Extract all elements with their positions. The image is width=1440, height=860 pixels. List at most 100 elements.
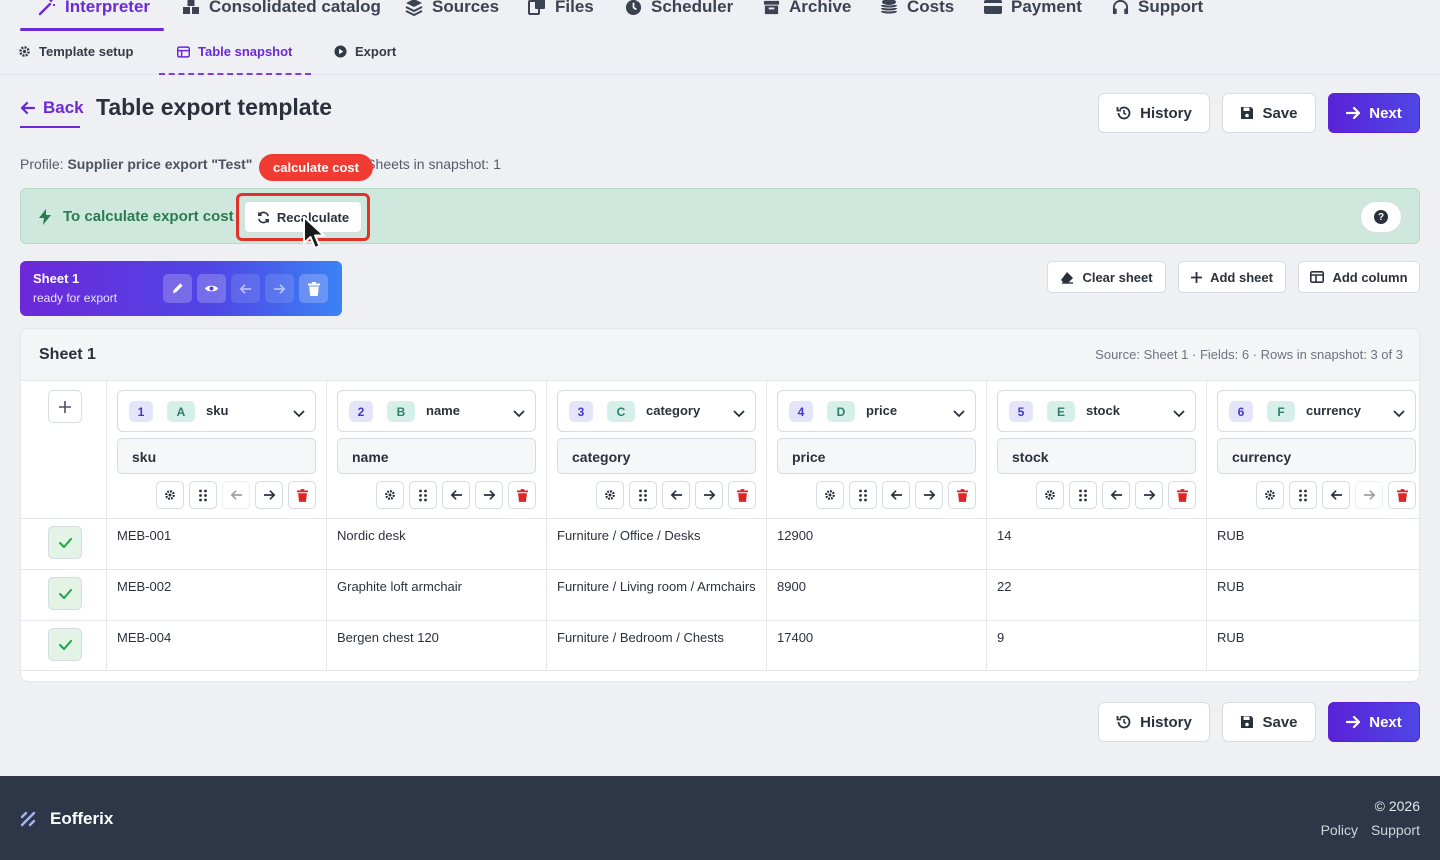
column-title-input[interactable]: sku <box>117 438 316 474</box>
column-drag-handle[interactable] <box>409 481 437 509</box>
column-title-input[interactable]: name <box>337 438 536 474</box>
column-settings-button[interactable] <box>376 481 404 509</box>
move-column-right-button[interactable] <box>1355 481 1383 509</box>
save-button[interactable]: Save <box>1222 93 1316 133</box>
files-icon <box>528 0 546 16</box>
grid-divider <box>766 381 767 671</box>
column-drag-handle[interactable] <box>1069 481 1097 509</box>
table-cell: MEB-001 <box>117 528 172 543</box>
row-include-checkbox[interactable] <box>48 577 82 610</box>
move-column-left-button[interactable] <box>662 481 690 509</box>
move-column-right-button[interactable] <box>915 481 943 509</box>
move-column-right-button[interactable] <box>255 481 283 509</box>
column-settings-button[interactable] <box>596 481 624 509</box>
column-settings-button[interactable] <box>1036 481 1064 509</box>
column-title-input[interactable]: currency <box>1217 438 1416 474</box>
nav-item-files[interactable]: Files <box>528 0 594 20</box>
column-drag-handle[interactable] <box>629 481 657 509</box>
next-button-bottom[interactable]: Next <box>1328 702 1420 742</box>
nav-item-interpreter[interactable]: Interpreter <box>38 0 150 20</box>
add-column-plus-button[interactable] <box>48 390 82 423</box>
next-label: Next <box>1369 713 1402 731</box>
column-header-select[interactable]: 6 Fcurrency <box>1217 390 1416 432</box>
column-title-input[interactable]: stock <box>997 438 1196 474</box>
trash-icon <box>296 488 308 502</box>
move-sheet-right-button[interactable] <box>265 274 294 303</box>
move-column-left-button[interactable] <box>442 481 470 509</box>
row-include-checkbox[interactable] <box>48 628 82 661</box>
column-settings-button[interactable] <box>156 481 184 509</box>
column-header-select[interactable]: 4 Dprice <box>777 390 976 432</box>
add-column-button[interactable]: Add column <box>1298 261 1420 293</box>
column-drag-handle[interactable] <box>1289 481 1317 509</box>
add-sheet-button[interactable]: Add sheet <box>1178 261 1286 293</box>
move-column-left-button[interactable] <box>1322 481 1350 509</box>
column-header-select[interactable]: 2 Bname <box>337 390 536 432</box>
arrow-right-icon <box>1346 715 1361 729</box>
nav-item-payment[interactable]: Payment <box>984 0 1082 20</box>
row-include-checkbox[interactable] <box>48 526 82 559</box>
footer-brand[interactable]: Eofferix <box>20 809 113 829</box>
table-cell: RUB <box>1217 528 1245 543</box>
tab-export[interactable]: Export <box>334 44 396 59</box>
edit-sheet-button[interactable] <box>163 274 192 303</box>
column-drag-handle[interactable] <box>189 481 217 509</box>
tab-template-setup[interactable]: Template setup <box>18 44 133 59</box>
delete-column-button[interactable] <box>948 481 976 509</box>
layers-icon <box>405 0 423 16</box>
history-label: History <box>1140 713 1192 731</box>
footer-link-support[interactable]: Support <box>1371 822 1420 838</box>
preview-sheet-button[interactable] <box>197 274 226 303</box>
column-settings-button[interactable] <box>816 481 844 509</box>
move-column-left-button[interactable] <box>222 481 250 509</box>
nav-item-support[interactable]: Support <box>1112 0 1203 20</box>
sheet-card[interactable]: Sheet 1 ready for export <box>20 261 342 316</box>
save-button-bottom[interactable]: Save <box>1222 702 1316 742</box>
column-field-name: category <box>646 403 701 418</box>
history-button-bottom[interactable]: History <box>1098 702 1210 742</box>
move-sheet-left-button[interactable] <box>231 274 260 303</box>
column-settings-button[interactable] <box>1256 481 1284 509</box>
nav-label: Archive <box>789 0 852 16</box>
clock-icon <box>625 0 642 16</box>
move-column-left-button[interactable] <box>882 481 910 509</box>
tab-table-snapshot[interactable]: Table snapshot <box>177 44 292 59</box>
delete-column-button[interactable] <box>1388 481 1416 509</box>
column-title-input[interactable]: category <box>557 438 756 474</box>
nav-item-scheduler[interactable]: Scheduler <box>625 0 733 20</box>
delete-column-button[interactable] <box>288 481 316 509</box>
profile-prefix: Profile: <box>20 156 64 172</box>
delete-column-button[interactable] <box>1168 481 1196 509</box>
footer-link-policy[interactable]: Policy <box>1321 822 1358 838</box>
help-button[interactable]: ? <box>1360 201 1402 233</box>
move-column-right-button[interactable] <box>695 481 723 509</box>
nav-item-archive[interactable]: Archive <box>763 0 851 20</box>
delete-column-button[interactable] <box>728 481 756 509</box>
move-column-left-button[interactable] <box>1102 481 1130 509</box>
nav-item-costs[interactable]: Costs <box>880 0 954 20</box>
nav-item-consolidated-catalog[interactable]: Consolidated catalog <box>182 0 381 20</box>
delete-column-button[interactable] <box>508 481 536 509</box>
chevron-down-icon <box>513 405 525 423</box>
next-button[interactable]: Next <box>1328 93 1420 133</box>
column-drag-handle[interactable] <box>849 481 877 509</box>
column-header-select[interactable]: 3 Ccategory <box>557 390 756 432</box>
headset-icon <box>1112 0 1129 16</box>
nav-item-sources[interactable]: Sources <box>405 0 499 20</box>
columns-icon <box>1310 271 1325 283</box>
grid-divider <box>986 381 987 671</box>
column-title-input[interactable]: price <box>777 438 976 474</box>
help-icon: ? <box>1374 210 1388 224</box>
column-header-select[interactable]: 1 Asku <box>117 390 316 432</box>
back-link[interactable]: Back <box>20 98 84 118</box>
column-header-select[interactable]: 5 Estock <box>997 390 1196 432</box>
move-column-right-button[interactable] <box>1135 481 1163 509</box>
move-column-right-button[interactable] <box>475 481 503 509</box>
chevron-down-icon <box>953 405 965 423</box>
delete-sheet-button[interactable] <box>299 274 328 303</box>
arrow-right-icon <box>1363 489 1376 501</box>
sheet-panel: Sheet 1 Source: Sheet 1 · Fields: 6 · Ro… <box>20 328 1420 682</box>
history-button[interactable]: History <box>1098 93 1210 133</box>
clear-sheet-button[interactable]: Clear sheet <box>1047 261 1166 293</box>
table-cell: 12900 <box>777 528 814 543</box>
